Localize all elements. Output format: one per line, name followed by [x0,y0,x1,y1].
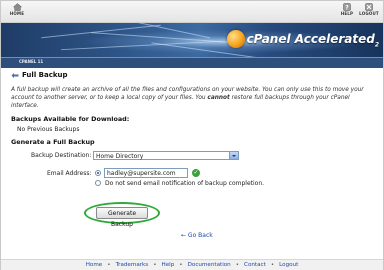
download-heading: Backups Available for Download: [11,115,130,123]
help-icon: ? [343,3,351,11]
browser-frame: HOME ? HELP LOGOUT cPanel Accelerated2 C… [0,0,384,270]
email-radio[interactable] [95,170,101,176]
page-title-text: Full Backup [22,71,68,79]
footer-link-trademarks[interactable]: Trademarks [116,262,149,268]
footer-link-logout[interactable]: Logout [279,262,298,268]
footer-link-help[interactable]: Help [162,262,175,268]
home-label: HOME [9,11,25,16]
footer-link-documentation[interactable]: Documentation [188,262,231,268]
go-back-link[interactable]: ← Go Back [181,232,213,239]
generate-heading: Generate a Full Backup [11,138,95,146]
home-icon [12,3,22,11]
footer: Home • Trademarks • Help • Documentation • Conta… [1,259,383,270]
page-title: Full Backup [11,71,68,79]
svg-text:?: ? [345,4,349,11]
checkmark-icon: ✓ [192,169,200,177]
generate-backup-button[interactable]: Generate Backup [96,207,148,228]
breadcrumb-cpanel-link[interactable]: CPANEL 11 [19,59,43,64]
help-button[interactable]: ? HELP [335,3,359,16]
page-description: A full backup will create an archive of … [11,87,364,109]
footer-link-home[interactable]: Home [86,262,103,268]
destination-value: Home Directory [96,153,144,160]
logout-label: LOGOUT [359,11,379,16]
cpanel-logo: cPanel Accelerated2 [226,27,379,51]
email-field[interactable]: hadley@supersite.com [104,168,188,178]
logout-button[interactable]: LOGOUT [357,3,381,16]
email-label: Email Address: [47,170,92,177]
help-label: HELP [340,11,354,16]
backup-icon [11,72,19,78]
logout-icon [365,3,373,11]
destination-label: Backup Destination: [31,152,92,159]
destination-select[interactable]: Home Directory [93,151,239,160]
no-email-radio[interactable] [95,180,101,186]
footer-link-contact[interactable]: Contact [244,262,266,268]
cpanel-orb-icon [226,30,245,48]
chevron-down-icon[interactable] [229,152,238,159]
top-bar: HOME ? HELP LOGOUT [1,1,383,23]
no-backups-text: No Previous Backups [17,126,80,133]
header-banner: cPanel Accelerated2 [1,23,383,57]
breadcrumb: CPANEL 11 [1,57,383,68]
no-email-label: Do not send email notification of backup… [105,180,265,187]
home-button[interactable]: HOME [5,3,29,16]
